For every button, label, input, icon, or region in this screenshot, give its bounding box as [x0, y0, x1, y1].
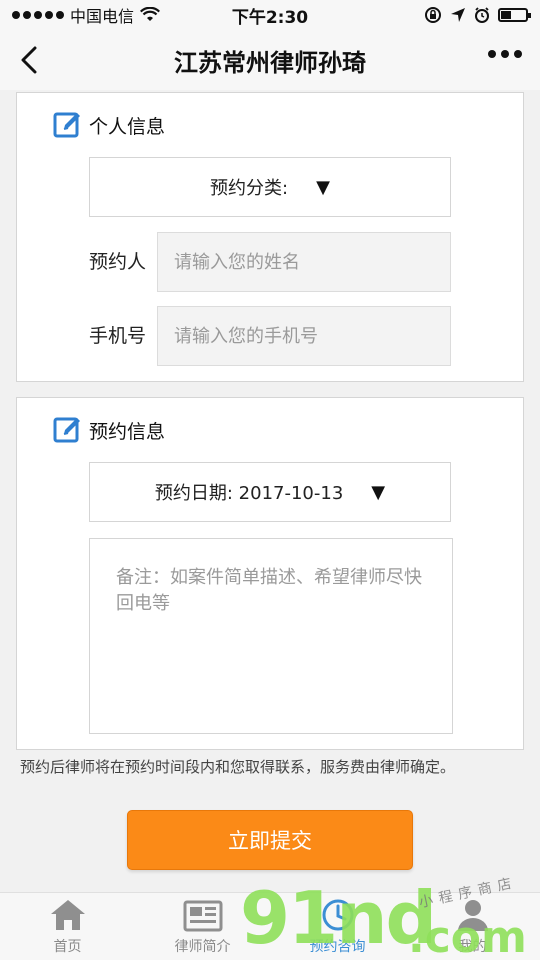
tab-mine-label: 我的 — [458, 939, 487, 955]
more-dot-icon — [488, 50, 496, 58]
location-arrow-icon — [451, 8, 465, 22]
rotation-lock-icon — [425, 7, 441, 23]
edit-icon — [53, 415, 83, 445]
back-button[interactable] — [14, 44, 44, 76]
chevron-left-icon — [21, 46, 37, 74]
tab-appointment-label: 预约咨询 — [309, 939, 366, 955]
appointment-info-card: 预约信息 预约日期: 2017-10-13 ▼ — [16, 397, 524, 750]
page-title: 江苏常州律师孙琦 — [174, 48, 366, 77]
tab-home[interactable]: 首页 — [0, 893, 135, 960]
remark-textarea[interactable] — [89, 538, 453, 734]
newspaper-icon — [183, 900, 222, 932]
personal-info-title: 个人信息 — [89, 115, 166, 138]
appointment-info-title: 预约信息 — [89, 420, 166, 443]
name-input[interactable] — [157, 232, 451, 292]
signal-strength-icon — [12, 11, 64, 19]
tab-bar: 首页 律师简介 预约咨询 我的 — [0, 892, 540, 960]
edit-icon — [53, 110, 83, 140]
clock-icon — [322, 899, 353, 931]
date-select-label: 预约日期: 2017-10-13 — [154, 483, 344, 504]
category-select[interactable]: 预约分类: ▼ — [89, 157, 451, 217]
personal-info-header: 个人信息 — [53, 110, 165, 140]
tab-lawyer-intro[interactable]: 律师简介 — [135, 893, 270, 960]
status-bar: 中国电信 下午2:30 — [0, 0, 540, 30]
category-select-label: 预约分类: — [210, 178, 289, 199]
phone-label: 手机号 — [89, 325, 147, 347]
nav-bar: 江苏常州律师孙琦 — [0, 30, 540, 90]
dropdown-triangle-icon: ▼ — [316, 176, 330, 198]
name-field-row: 预约人 — [17, 232, 523, 292]
tab-home-label: 首页 — [53, 939, 82, 955]
submit-button[interactable]: 立即提交 — [127, 810, 413, 870]
user-icon — [457, 900, 488, 931]
alarm-icon — [475, 7, 489, 23]
name-label: 预约人 — [89, 251, 147, 273]
dropdown-triangle-icon: ▼ — [371, 481, 386, 503]
more-options-button[interactable] — [488, 50, 522, 58]
battery-icon — [498, 8, 531, 22]
tab-appointment[interactable]: 预约咨询 — [270, 893, 405, 960]
tab-lawyer-intro-label: 律师简介 — [174, 939, 231, 955]
appointment-info-header: 预约信息 — [53, 415, 165, 445]
tab-mine[interactable]: 我的 — [405, 893, 540, 960]
personal-info-card: 个人信息 预约分类: ▼ 预约人 手机号 — [16, 92, 524, 382]
appointment-hint: 预约后律师将在预约时间段内和您取得联系，服务费由律师确定。 — [20, 758, 456, 776]
status-right — [424, 6, 531, 24]
carrier-name: 中国电信 — [70, 7, 135, 26]
home-icon — [50, 900, 85, 930]
status-left: 中国电信 — [12, 3, 160, 27]
phone-input[interactable] — [157, 306, 451, 366]
phone-field-row: 手机号 — [17, 306, 523, 366]
more-dot-icon — [501, 50, 509, 58]
date-select[interactable]: 预约日期: 2017-10-13 ▼ — [89, 462, 451, 522]
more-dot-icon — [514, 50, 522, 58]
wifi-icon — [140, 7, 160, 21]
